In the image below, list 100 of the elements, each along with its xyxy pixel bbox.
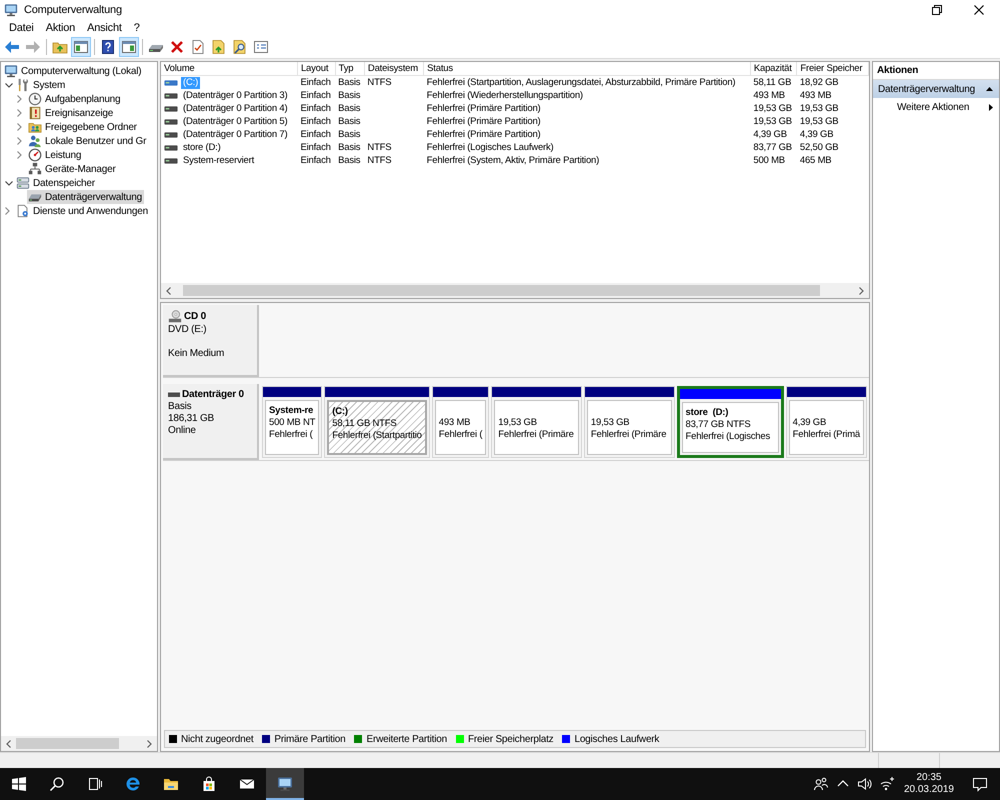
partition[interactable]: (C:) 58,11 GB NTFS Fehlerfrei (Startpartitio [324,386,430,458]
partition-name: (C:) [332,406,349,418]
chevron-left-icon [166,286,171,294]
tree-item[interactable]: Datenträgerverwaltung [27,190,144,204]
partition[interactable]: 19,53 GB Fehlerfrei (Primäre [584,386,675,458]
table-cell-text: Fehlerfrei (Primäre Partition) [426,102,542,115]
tree-item[interactable]: Computerverwaltung (Lokal) [3,64,144,78]
partition[interactable]: System-re 500 MB NT Fehlerfrei ( [262,386,322,458]
partition-size: 493 MB [438,417,472,429]
computer-icon [4,3,18,17]
taskbar-app-button[interactable] [266,768,304,800]
action-section-header[interactable]: Datenträgerverwaltung [873,80,999,98]
table-cell-text: Einfach [299,102,332,115]
document-gear-icon [16,204,30,218]
table-cell: Fehlerfrei (Startpartition, Auslagerungsdatei, Absturzabbild, Primäre Partition) [424,76,750,89]
tree-item[interactable]: Dienste und Anwendungen [15,204,150,218]
windows-logo-icon [11,776,27,792]
chevron-right-icon[interactable] [17,137,22,145]
column-header[interactable]: Volume [161,62,298,76]
partition-body[interactable]: 19,53 GB Fehlerfrei (Primäre [494,400,579,455]
partition[interactable]: 493 MB Fehlerfrei ( [432,386,490,458]
chevron-right-icon [859,286,864,294]
menu-item[interactable]: Aktion [40,21,82,35]
column-header[interactable]: Status [424,62,750,76]
row-title[interactable]: (Datenträger 0 Partition 7) [181,128,290,140]
menu-item[interactable]: Datei [3,21,40,35]
column-header[interactable]: Kapazität [750,62,797,76]
partition-body[interactable]: System-re 500 MB NT Fehlerfrei ( [265,400,320,455]
disk-detail: DVD (E:) [168,324,208,336]
people-icon [812,776,829,792]
scrollbar-thumb[interactable] [16,738,120,749]
chevron-right-icon[interactable] [5,207,10,215]
partition-body[interactable]: 493 MB Fehlerfrei ( [434,400,486,455]
chevron-down-icon[interactable] [5,82,13,88]
row-title[interactable]: (Datenträger 0 Partition 3) [181,90,290,102]
table-cell-text: NTFS [366,154,392,167]
tree-item[interactable]: Leistung [27,148,84,162]
tree-item[interactable]: Datenspeicher [15,176,97,190]
tree-item[interactable]: Aufgabenplanung [27,92,122,106]
table-cell-text: 493 MB [798,89,832,102]
tree-item[interactable]: Geräte-Manager [27,162,118,176]
row-title[interactable]: (Datenträger 0 Partition 5) [181,116,290,128]
menu-item[interactable]: Ansicht [81,21,128,35]
partition-body[interactable]: (C:) 58,11 GB NTFS Fehlerfrei (Startpartitio [327,400,427,455]
horizontal-scrollbar[interactable] [161,283,869,298]
table-cell-text: Fehlerfrei (System, Aktiv, Primäre Partition) [426,154,600,167]
wifi-icon [878,776,895,792]
table-cell-text: 83,77 GB [752,141,793,154]
tree-item[interactable]: Ereignisanzeige [27,106,116,120]
scrollbar-thumb[interactable] [182,285,820,296]
list-icon [253,39,269,55]
table-cell-text: 500 MB [752,154,786,167]
partition[interactable]: store (D:) 83,77 GB NTFS Fehlerfrei (Logisches [676,386,784,458]
partition-size: 4,39 GB [792,417,828,429]
partition-name: System-re [269,405,314,417]
device-tree-icon [28,162,42,176]
help-icon [100,39,116,55]
partition-body[interactable]: 19,53 GB Fehlerfrei (Primäre [586,400,672,455]
column-header[interactable]: Dateisystem [364,62,424,76]
partition-size: 58,11 GB NTFS [332,418,398,430]
action-item[interactable]: Weitere Aktionen [873,98,999,116]
drive-icon [164,118,178,126]
tree-item[interactable]: Freigegebene Ordner [27,120,139,134]
row-title[interactable]: (Datenträger 0 Partition 4) [181,102,290,114]
tree-item[interactable]: System [15,78,68,92]
table-cell-text: Basis [337,141,362,154]
partition[interactable]: 19,53 GB Fehlerfrei (Primäre [491,386,582,458]
column-header[interactable]: Typ [335,62,364,76]
table-cell-text: 19,53 GB [752,115,793,128]
table-cell: 58,11 GB [750,76,797,89]
partition-color-bar [432,387,488,397]
computer-icon [4,64,18,78]
window-title: Computerverwaltung [24,4,123,16]
chevron-right-icon[interactable] [17,123,22,131]
column-header[interactable]: Freier Speicher [796,62,868,76]
chevron-down-icon[interactable] [5,180,13,186]
partition-size: 83,77 GB NTFS [686,419,752,431]
chevron-right-icon[interactable] [17,151,22,159]
row-title[interactable]: System-reserviert [181,154,256,166]
clock[interactable]: 20:35 20.03.2019 [898,768,960,800]
toolbar-button[interactable] [71,37,91,57]
table-cell-text: Basis [337,115,362,128]
partition-body[interactable]: store (D:) 83,77 GB NTFS Fehlerfrei (Logisches [682,402,779,453]
tree-item[interactable]: Lokale Benutzer und Gr [27,134,148,148]
row-title[interactable]: store (D:) [181,142,223,154]
chevron-right-icon[interactable] [17,109,22,117]
table-cell-text: Einfach [299,115,332,128]
drive-icon [164,78,178,86]
partition-body[interactable]: 4,39 GB Fehlerfrei (Primä [788,400,864,455]
close-icon [974,5,984,15]
folder-arrow-icon [211,39,227,55]
table-cell-text: Fehlerfrei (Primäre Partition) [426,128,542,141]
column-header[interactable]: Layout [297,62,336,76]
partition-name: store (D:) [686,407,730,419]
chevron-right-icon[interactable] [17,95,22,103]
horizontal-scrollbar[interactable] [1,736,157,751]
menu-item[interactable]: ? [128,21,146,35]
partition[interactable]: 4,39 GB Fehlerfrei (Primä [786,386,867,458]
window-panel-icon [73,39,89,55]
toolbar-button[interactable] [119,37,139,57]
